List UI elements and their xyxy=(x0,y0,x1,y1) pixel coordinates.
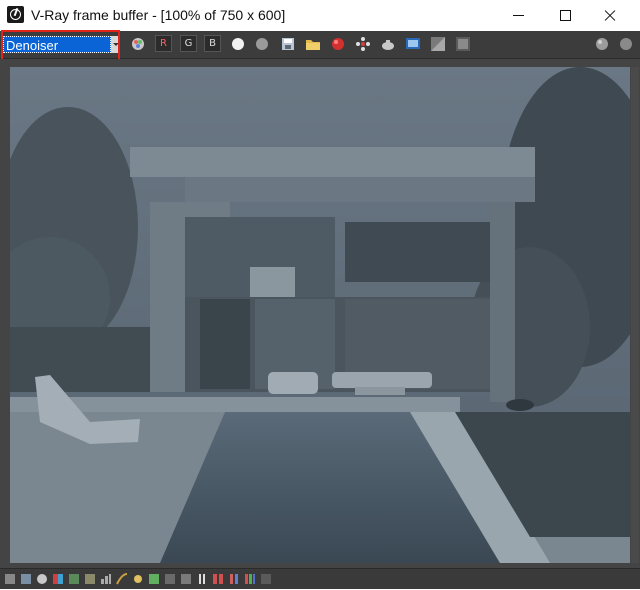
channel-green-button[interactable]: G xyxy=(180,35,197,52)
stop-render-icon[interactable] xyxy=(330,36,346,52)
teapot-render-icon[interactable] xyxy=(380,36,396,52)
stamp-icon[interactable] xyxy=(196,572,208,584)
region-render-icon[interactable] xyxy=(355,36,371,52)
window-title: V-Ray frame buffer - [100% of 750 x 600] xyxy=(31,7,286,23)
maximize-icon[interactable] xyxy=(543,0,587,31)
open-folder-icon[interactable] xyxy=(305,36,321,52)
white-circle-icon[interactable] xyxy=(230,36,246,52)
compare-icon[interactable] xyxy=(430,36,446,52)
vfb-window: V-Ray frame buffer - [100% of 750 x 600]… xyxy=(0,0,640,589)
channel-select[interactable]: Denoiser xyxy=(3,36,120,53)
show-correction-icon[interactable] xyxy=(130,36,146,52)
pixel-aspect-icon[interactable] xyxy=(212,572,224,584)
lens-effects-icon[interactable] xyxy=(68,572,80,584)
record-icon[interactable] xyxy=(36,572,48,584)
white-balance-icon[interactable] xyxy=(148,572,160,584)
status-bar xyxy=(0,568,640,589)
info-icon[interactable] xyxy=(228,572,240,584)
rendered-image[interactable] xyxy=(10,67,630,563)
settings-icon[interactable] xyxy=(260,572,272,584)
lut-icon[interactable] xyxy=(84,572,96,584)
minimize-icon[interactable] xyxy=(497,0,541,31)
settings-icon[interactable] xyxy=(618,36,634,52)
monitor-icon[interactable] xyxy=(405,36,421,52)
save-image-icon[interactable] xyxy=(280,36,296,52)
gray-circle-icon[interactable] xyxy=(254,36,270,52)
history-icon[interactable] xyxy=(455,36,471,52)
levels-icon[interactable] xyxy=(100,572,112,584)
close-icon[interactable] xyxy=(589,0,633,31)
vertical-scrollbar[interactable] xyxy=(631,67,639,563)
title-bar: V-Ray frame buffer - [100% of 750 x 600] xyxy=(0,0,640,31)
gray-sphere-icon[interactable] xyxy=(594,36,610,52)
contrast-icon[interactable] xyxy=(180,572,192,584)
channel-select-value[interactable]: Denoiser xyxy=(3,36,111,53)
track-mouse-icon[interactable] xyxy=(20,572,32,584)
zoom-icon[interactable] xyxy=(4,572,16,584)
vray-icon xyxy=(7,6,24,23)
curve-icon[interactable] xyxy=(116,572,128,585)
hue-icon[interactable] xyxy=(164,572,176,584)
channel-red-button[interactable]: R xyxy=(155,35,172,52)
channels-icon[interactable] xyxy=(244,572,256,584)
exposure-icon[interactable] xyxy=(132,572,144,584)
channel-blue-button[interactable]: B xyxy=(204,35,221,52)
color-clamp-icon[interactable] xyxy=(52,572,64,584)
chevron-down-icon[interactable] xyxy=(111,36,120,53)
